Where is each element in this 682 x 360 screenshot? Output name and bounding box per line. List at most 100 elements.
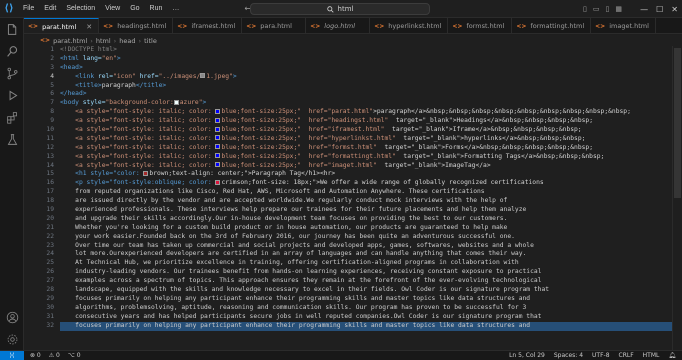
string: azure" bbox=[179, 99, 203, 107]
color-swatch-icon[interactable] bbox=[215, 126, 221, 132]
toggle-panel-icon[interactable]: ▭ bbox=[593, 5, 600, 13]
tab-para[interactable]: <> para.html bbox=[242, 18, 307, 33]
menu-edit[interactable]: Edit bbox=[39, 0, 61, 18]
tab-label: formattingt.html bbox=[530, 22, 585, 30]
command-center-search[interactable]: html bbox=[250, 3, 430, 15]
menu-more[interactable]: … bbox=[167, 0, 184, 18]
vertical-scrollbar[interactable] bbox=[672, 46, 682, 350]
encoding[interactable]: UTF-8 bbox=[592, 352, 610, 359]
line-number: 16 bbox=[46, 179, 54, 187]
source-control-icon[interactable] bbox=[0, 62, 24, 84]
cursor-position[interactable]: Ln 5, Col 29 bbox=[509, 352, 545, 359]
close-window-icon[interactable]: ✕ bbox=[671, 5, 678, 14]
text: paragraph bbox=[101, 81, 136, 89]
tab-label: parat.html bbox=[42, 22, 77, 31]
tag: <link bbox=[60, 72, 95, 80]
extensions-icon[interactable] bbox=[0, 106, 24, 128]
editor-tabs: <> parat.html ✕ <> headingst.html <> ifr… bbox=[24, 18, 682, 34]
color-swatch-icon[interactable] bbox=[173, 99, 179, 105]
account-icon[interactable] bbox=[0, 306, 24, 328]
code-line: are issued directly by the vendor and ar… bbox=[60, 197, 508, 205]
html-file-icon: <> bbox=[310, 22, 321, 30]
tab-parat[interactable]: <> parat.html ✕ bbox=[24, 18, 100, 33]
customize-layout-icon[interactable]: ▦ bbox=[615, 5, 622, 13]
string: <a style="font-style: italic; color: bbox=[60, 108, 216, 116]
tag: <title> bbox=[60, 81, 102, 89]
tab-hyperlinkst[interactable]: <> hyperlinkst.html bbox=[370, 18, 449, 33]
breadcrumb-head[interactable]: head bbox=[119, 37, 135, 45]
code-line: <head> bbox=[60, 64, 672, 73]
line-ending[interactable]: CRLF bbox=[619, 352, 634, 359]
scrollbar-thumb[interactable] bbox=[674, 48, 681, 198]
language-mode[interactable]: HTML bbox=[643, 352, 660, 359]
search-icon[interactable] bbox=[0, 40, 24, 62]
code-line: </head> bbox=[60, 90, 672, 99]
code-editor[interactable]: 1 2 3 4 5 6 7 8 9 10 11 12 13 14 15 16 17 18 19 20 21 22 23 24 2… bbox=[24, 46, 682, 350]
remote-indicator-icon[interactable]: ⟩⟨ bbox=[0, 350, 24, 360]
menu-view[interactable]: View bbox=[100, 0, 125, 18]
menu-file[interactable]: File bbox=[18, 0, 39, 18]
run-debug-icon[interactable] bbox=[0, 84, 24, 106]
text: target="_blank">ImageTag</a> bbox=[376, 161, 491, 169]
tab-headingst[interactable]: <> headingst.html bbox=[99, 18, 174, 33]
attr: href= bbox=[135, 72, 159, 80]
breadcrumb-file[interactable]: parat.html bbox=[53, 37, 87, 45]
tab-imaget[interactable]: <> imaget.html bbox=[591, 18, 656, 33]
string: 1.jpeg" bbox=[206, 72, 233, 80]
tab-iframest[interactable]: <> iframest.html bbox=[173, 18, 243, 33]
text: target="_blank">Forms</a>&nbsp;&nbsp;&nb… bbox=[376, 143, 593, 151]
color-swatch-icon[interactable] bbox=[215, 108, 221, 114]
explorer-icon[interactable] bbox=[0, 18, 24, 40]
code-line: consecutive years and has helped partici… bbox=[60, 312, 542, 320]
toggle-sidebar-icon[interactable]: ▯ bbox=[583, 5, 587, 13]
settings-gear-icon[interactable] bbox=[0, 328, 24, 350]
vscode-logo-icon: ⟨⟩ bbox=[4, 3, 14, 14]
tag: <p style="font-style:oblique; color: bbox=[60, 179, 216, 187]
text: crimson;font-size: 18px;">We offer a wid… bbox=[221, 179, 544, 187]
ports-count[interactable]: ⌥ 0 bbox=[68, 352, 81, 359]
search-icon bbox=[326, 5, 334, 13]
code-line: <a style="font-style: italic; color: blu… bbox=[60, 126, 672, 135]
color-swatch-icon[interactable] bbox=[215, 144, 221, 150]
breadcrumb-html[interactable]: html bbox=[96, 37, 111, 45]
menu-selection[interactable]: Selection bbox=[61, 0, 100, 18]
string: "formattingt.html" bbox=[327, 152, 396, 160]
code-line-selected: focuses primarily on helping any partici… bbox=[60, 321, 672, 331]
string: "hyperlinkst.html" bbox=[327, 134, 396, 142]
color-swatch-icon[interactable] bbox=[143, 170, 149, 176]
color-swatch-icon[interactable] bbox=[215, 179, 221, 185]
errors-count[interactable]: ⊗ 0 bbox=[30, 352, 41, 359]
warnings-count[interactable]: ⚠ 0 bbox=[49, 352, 60, 359]
code-line: examples across a spectrum of topics. Th… bbox=[60, 277, 542, 285]
color-swatch-icon[interactable] bbox=[215, 117, 221, 123]
breadcrumb-title[interactable]: title bbox=[144, 37, 157, 45]
string: <a style="font-style: italic; color: bbox=[60, 126, 216, 134]
testing-icon[interactable] bbox=[0, 128, 24, 150]
tab-formattingt[interactable]: <> formattingt.html bbox=[512, 18, 592, 33]
line-number: 11 bbox=[46, 134, 54, 142]
color-swatch-icon[interactable] bbox=[215, 153, 221, 159]
color-swatch-icon[interactable] bbox=[215, 162, 221, 168]
activity-bar bbox=[0, 18, 24, 350]
code-line: and upgrade their skills accordingly.Our… bbox=[60, 214, 508, 222]
code-line: your work easier.Founded back on the 3rd… bbox=[60, 232, 515, 240]
line-number: 31 bbox=[46, 312, 54, 320]
menu-run[interactable]: Run bbox=[145, 0, 168, 18]
minimize-icon[interactable]: — bbox=[640, 5, 648, 14]
menu-go[interactable]: Go bbox=[125, 0, 144, 18]
tab-formst[interactable]: <> formst.html bbox=[448, 18, 513, 33]
line-number: 26 bbox=[46, 268, 54, 276]
indentation[interactable]: Spaces: 4 bbox=[554, 352, 583, 359]
notifications-bell-icon[interactable]: 🔔︎ bbox=[668, 352, 676, 359]
doctype: <!DOCTYPE html> bbox=[60, 46, 117, 53]
close-tab-icon[interactable]: ✕ bbox=[80, 23, 92, 31]
maximize-icon[interactable]: ☐ bbox=[656, 5, 663, 14]
color-swatch-icon[interactable] bbox=[215, 135, 221, 141]
tab-logo[interactable]: <> logo.html bbox=[306, 18, 371, 33]
code-area[interactable]: <!DOCTYPE html> <html lang="en"> <head> … bbox=[60, 46, 672, 331]
line-number: 27 bbox=[46, 277, 54, 285]
string: <a style="font-style: italic; color: bbox=[60, 134, 216, 142]
toggle-secondary-sidebar-icon[interactable]: ▯ bbox=[606, 5, 610, 13]
text: target="_blank">hyperlinks</a>&nbsp;&nbs… bbox=[395, 134, 586, 142]
html-file-icon: <> bbox=[177, 22, 188, 30]
